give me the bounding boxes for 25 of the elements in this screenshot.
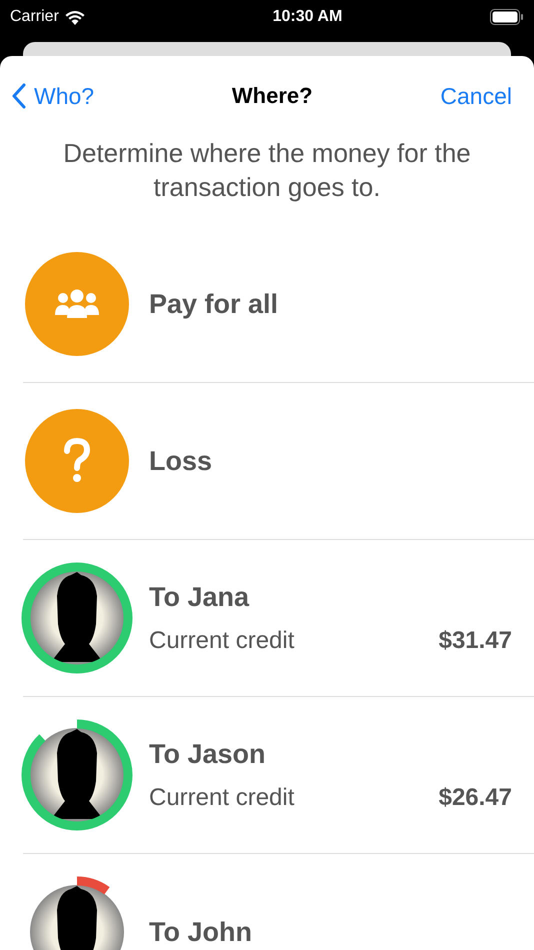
recipient-row[interactable]: To Jason Current credit $26.47 bbox=[23, 697, 534, 854]
recipient-title: To Jason bbox=[149, 738, 267, 770]
credit-amount: $31.47 bbox=[438, 626, 512, 654]
recipient-row[interactable]: Pay for all bbox=[23, 226, 534, 383]
recipient-title: Pay for all bbox=[149, 288, 280, 320]
cancel-button[interactable]: Cancel bbox=[440, 82, 512, 110]
wifi-icon bbox=[64, 10, 85, 24]
back-button[interactable]: Who? bbox=[12, 82, 94, 110]
recipient-title: To Jana bbox=[149, 582, 250, 612]
recipient-row[interactable]: To John bbox=[23, 854, 534, 950]
credit-amount: $26.47 bbox=[438, 784, 512, 812]
carrier-label: Carrier bbox=[10, 8, 59, 26]
description-text: Determine where the money for the transaction goes to. bbox=[62, 137, 472, 204]
status-time: 10:30 AM bbox=[272, 8, 342, 26]
credit-label: Current credit bbox=[149, 784, 294, 812]
battery-icon bbox=[490, 9, 524, 25]
recipient-row[interactable]: To Jana Current credit $31.47 bbox=[23, 540, 534, 697]
credit-label: Current credit bbox=[149, 626, 294, 654]
recipient-title: To John bbox=[149, 916, 253, 948]
recipient-title: Loss bbox=[149, 446, 214, 476]
recipient-row[interactable]: Loss bbox=[23, 383, 534, 540]
chevron-left-icon bbox=[12, 83, 26, 109]
question-icon bbox=[62, 438, 92, 484]
nav-title: Where? bbox=[232, 83, 313, 109]
people-icon bbox=[54, 289, 100, 319]
